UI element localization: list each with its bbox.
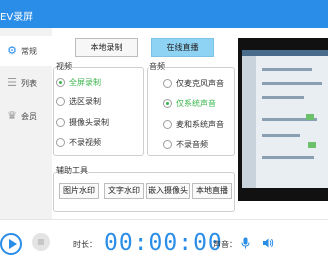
sidebar-item-general[interactable]: ⚙ 常规 [0,36,52,66]
preview-line [262,68,312,71]
sidebar-item-label: 常规 [21,47,37,56]
screen-preview [238,38,328,201]
local-live-button[interactable]: 本地直播 [192,183,232,199]
option-label: 不录音频 [176,140,208,149]
speaker-icon[interactable] [262,237,274,249]
radio-unchecked[interactable] [163,120,172,129]
sidebar-item-label: 列表 [21,79,37,88]
radio-unchecked[interactable] [163,79,172,88]
control-bar: 时长： 00:00:00 声音： [0,219,328,263]
sidebar-item-list[interactable]: ☰ 列表 [0,68,52,98]
list-icon: ☰ [7,76,17,89]
preview-chat-bubble [306,114,314,120]
radio-unchecked[interactable] [163,140,172,149]
audio-group-title: 音频 [149,61,165,72]
app-window: EV录屏 ⚙ 常规 ☰ 列表 ♛ 会员 本地录制 在线直播 视频 全屏录制 选区… [0,0,328,263]
preview-line [262,82,322,85]
radio-checked[interactable] [56,78,65,87]
preview-line [262,156,314,159]
title-bar: EV录屏 [0,0,328,28]
preview-chat-bubble [308,142,316,148]
radio-checked[interactable] [163,99,172,108]
gear-icon: ⚙ [7,44,17,57]
radio-unchecked[interactable] [56,97,65,106]
recording-timer: 00:00:00 [104,230,223,256]
embed-camera-button[interactable]: 嵌入摄像头 [146,183,190,199]
option-label: 全屏录制 [69,78,101,87]
window-title: EV录屏 [0,12,34,23]
live-stream-tab[interactable]: 在线直播 [151,38,214,57]
radio-unchecked[interactable] [56,118,65,127]
sidebar: ⚙ 常规 ☰ 列表 ♛ 会员 [0,28,52,219]
option-label: 不录视频 [69,138,101,147]
option-label: 选区录制 [69,97,101,106]
crown-icon: ♛ [7,109,17,122]
option-label: 麦和系统声音 [176,120,224,129]
image-watermark-button[interactable]: 图片水印 [59,183,99,199]
text-watermark-button[interactable]: 文字水印 [104,183,144,199]
option-label: 摄像头录制 [69,118,109,127]
tools-group-title: 辅助工具 [56,165,88,176]
option-label: 仅系统声音 [176,99,216,108]
stop-icon[interactable] [32,233,50,251]
sidebar-item-label: 会员 [21,112,37,121]
microphone-icon[interactable] [241,237,250,249]
local-record-tab[interactable]: 本地录制 [75,38,138,57]
sidebar-item-member[interactable]: ♛ 会员 [0,101,52,131]
preview-line [262,96,304,99]
volume-label: 声音： [213,240,237,249]
play-icon[interactable] [0,233,22,255]
preview-line [262,134,300,137]
radio-unchecked[interactable] [56,138,65,147]
video-group-title: 视频 [56,61,72,72]
option-label: 仅麦克风声音 [176,79,224,88]
preview-sidebar [242,56,256,188]
duration-label: 时长： [73,240,97,249]
